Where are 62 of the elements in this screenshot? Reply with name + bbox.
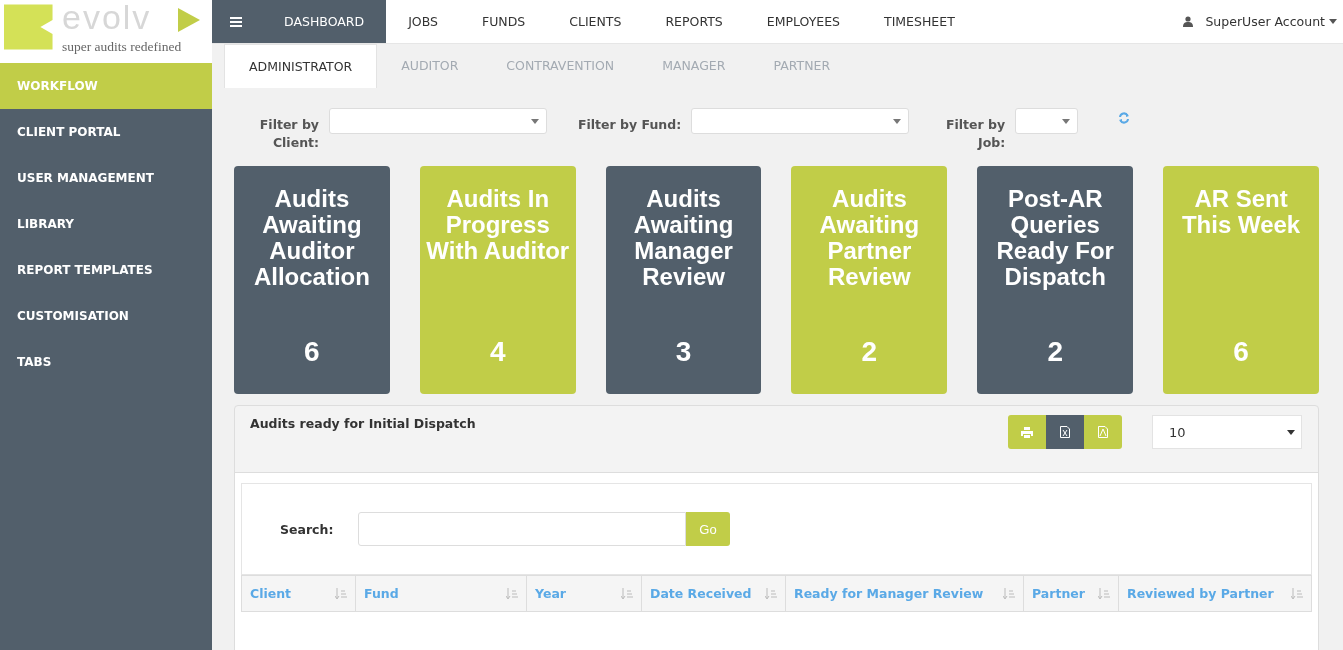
caret-icon <box>1062 118 1071 124</box>
summary-card[interactable]: Post-AR Queries Ready For Dispatch 2 <box>977 166 1134 394</box>
sort-icon[interactable] <box>1291 587 1303 600</box>
card-count: 3 <box>675 336 692 368</box>
sidebar-item[interactable]: REPORT TEMPLATES <box>0 247 212 293</box>
card-count: 2 <box>1047 336 1063 368</box>
sidebar-item[interactable]: USER MANAGEMENT <box>0 155 212 201</box>
sort-icon[interactable] <box>1098 587 1110 600</box>
card-title: Audits Awaiting Partner Review <box>818 186 921 290</box>
menu-icon[interactable] <box>212 0 260 43</box>
card-count: 2 <box>861 336 878 368</box>
sort-icon[interactable] <box>335 587 347 600</box>
sidebar-item[interactable]: TABS <box>0 339 212 385</box>
triangle-icon <box>178 8 200 32</box>
summary-card[interactable]: Audits Awaiting Manager Review 3 <box>605 166 762 394</box>
nav-item[interactable]: CLIENTS <box>547 0 644 43</box>
filter-label: Filter by Job: <box>945 116 1006 152</box>
logo-icon <box>4 4 56 50</box>
filter-dropdown[interactable] <box>691 108 910 134</box>
sort-icon[interactable] <box>765 587 777 600</box>
caret-icon <box>893 118 902 124</box>
sort-icon[interactable] <box>1003 587 1015 600</box>
caret-icon <box>1287 429 1295 435</box>
sidebar-item[interactable]: CLIENT PORTAL <box>0 109 212 155</box>
nav-item[interactable]: DASHBOARD <box>260 0 387 43</box>
caret-icon <box>1329 19 1337 24</box>
print-icon <box>1021 426 1033 438</box>
pdf-file-icon <box>1098 426 1108 438</box>
account-menu[interactable]: SuperUser Account <box>1205 14 1337 29</box>
card-title: Post-AR Queries Ready For Dispatch <box>995 186 1115 290</box>
excel-export-button[interactable] <box>1046 415 1084 449</box>
card-title: Audits Awaiting Auditor Allocation <box>252 186 371 290</box>
card-count: 6 <box>304 336 320 368</box>
nav-item[interactable]: JOBS <box>386 0 460 43</box>
sort-icon[interactable] <box>506 587 518 600</box>
filter-dropdown[interactable] <box>1015 108 1079 134</box>
search-label: Search: <box>280 521 335 537</box>
filter-dropdown[interactable] <box>329 108 547 134</box>
sort-icon[interactable] <box>621 587 633 600</box>
card-count: 4 <box>489 336 506 368</box>
card-title: Audits In Progress With Auditor <box>425 186 571 264</box>
logo-tagline: super audits redefined <box>62 39 182 55</box>
search-field[interactable] <box>358 512 686 546</box>
tab[interactable]: ADMINISTRATOR <box>224 44 378 88</box>
page-size-dropdown[interactable]: 10 <box>1152 415 1302 449</box>
filter-label: Filter by Client: <box>258 116 319 152</box>
user-icon <box>1183 16 1194 27</box>
sidebar-item[interactable]: LIBRARY <box>0 201 212 247</box>
filter-label: Filter by Fund: <box>578 116 682 134</box>
refresh-icon[interactable] <box>1118 112 1131 124</box>
nav-item[interactable]: FUNDS <box>459 0 548 43</box>
caret-icon <box>531 118 539 124</box>
card-count: 6 <box>1233 336 1249 368</box>
excel-file-icon <box>1060 426 1070 438</box>
sidebar-item[interactable]: CUSTOMISATION <box>0 293 212 339</box>
summary-card[interactable]: Audits Awaiting Auditor Allocation 6 <box>234 166 390 394</box>
nav-item[interactable]: REPORTS <box>643 0 745 43</box>
panel-title: Audits ready for Initial Dispatch <box>250 416 477 431</box>
card-title: AR Sent This Week <box>1180 186 1302 238</box>
card-title: Audits Awaiting Manager Review <box>632 186 735 290</box>
nav-item[interactable]: TIMESHEET <box>862 0 977 43</box>
nav-item[interactable]: EMPLOYEES <box>744 0 862 43</box>
